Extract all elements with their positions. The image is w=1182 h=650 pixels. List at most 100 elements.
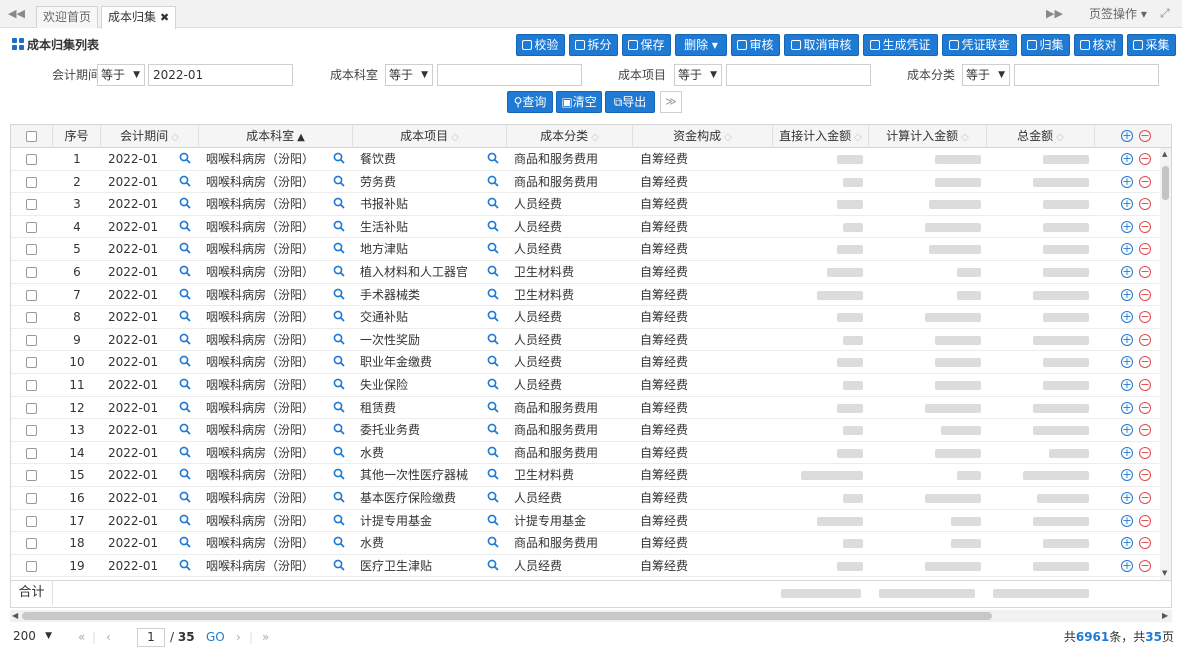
expand-filters-icon[interactable]: ≫ xyxy=(660,91,682,113)
row-checkbox[interactable] xyxy=(26,470,37,482)
search-icon[interactable] xyxy=(331,216,347,238)
delete-button[interactable]: 删除 ▾ xyxy=(675,34,727,56)
search-icon[interactable] xyxy=(485,171,501,193)
search-icon[interactable] xyxy=(485,419,501,441)
table-row[interactable]: 12 2022-01 咽喉科病房（汾阳） 租赁费 商品和服务费用 自筹经费 + − xyxy=(11,397,1159,420)
filter-op-category[interactable]: 等于 ▼ xyxy=(962,64,1010,86)
col-header-period[interactable]: 会计期间 ◇ xyxy=(101,125,199,148)
add-row-icon[interactable]: + xyxy=(1121,175,1133,188)
add-row-icon[interactable]: + xyxy=(1121,424,1133,437)
add-row-icon[interactable]: + xyxy=(1121,198,1133,211)
search-icon[interactable] xyxy=(485,374,501,396)
row-checkbox[interactable] xyxy=(26,176,37,188)
remove-row-icon[interactable]: − xyxy=(1139,469,1151,482)
row-checkbox[interactable] xyxy=(26,244,37,256)
add-row-icon[interactable]: + xyxy=(1121,401,1133,414)
table-row[interactable]: 17 2022-01 咽喉科病房（汾阳） 计提专用基金 计提专用基金 自筹经费 + − xyxy=(11,510,1159,533)
clear-button[interactable]: ▣清空 xyxy=(556,91,602,113)
remove-row-icon[interactable]: − xyxy=(1139,559,1151,572)
search-icon[interactable] xyxy=(177,510,193,532)
col-header-dept[interactable]: 成本科室 ▲ xyxy=(199,125,353,148)
item-input[interactable] xyxy=(726,64,871,86)
search-icon[interactable] xyxy=(331,171,347,193)
search-icon[interactable] xyxy=(331,374,347,396)
tab-welcome[interactable]: 欢迎首页 xyxy=(36,6,99,28)
search-icon[interactable] xyxy=(485,238,501,260)
remove-row-icon[interactable]: − xyxy=(1139,492,1151,504)
search-icon[interactable] xyxy=(177,171,193,193)
search-icon[interactable] xyxy=(177,193,193,215)
table-row[interactable]: 2 2022-01 咽喉科病房（汾阳） 劳务费 商品和服务费用 自筹经费 + − xyxy=(11,171,1159,194)
add-row-icon[interactable]: + xyxy=(1121,469,1133,482)
vertical-scroll-thumb[interactable] xyxy=(1162,166,1169,200)
add-row-icon[interactable]: + xyxy=(1121,492,1133,504)
row-checkbox[interactable] xyxy=(26,447,37,459)
table-row[interactable]: 11 2022-01 咽喉科病房（汾阳） 失业保险 人员经费 自筹经费 + − xyxy=(11,374,1159,397)
search-icon[interactable] xyxy=(485,193,501,215)
col-header-item[interactable]: 成本项目 ◇ xyxy=(353,125,507,148)
remove-row-icon[interactable]: − xyxy=(1139,424,1151,437)
row-checkbox[interactable] xyxy=(26,312,37,324)
row-checkbox[interactable] xyxy=(26,289,37,301)
filter-op-item[interactable]: 等于 ▼ xyxy=(674,64,722,86)
export-button[interactable]: ⧉导出 xyxy=(605,91,655,113)
tab-ops-menu[interactable]: 页签操作 ▾ xyxy=(1089,5,1147,23)
row-checkbox[interactable] xyxy=(26,493,37,504)
reconcile-button[interactable]: 核对 xyxy=(1074,34,1123,56)
remove-row-icon[interactable]: − xyxy=(1139,220,1151,233)
table-row[interactable]: 15 2022-01 咽喉科病房（汾阳） 其他一次性医疗器械 卫生材料费 自筹经费 + − xyxy=(11,464,1159,487)
search-icon[interactable] xyxy=(177,442,193,464)
add-row-icon[interactable]: + xyxy=(1121,379,1133,391)
remove-row-icon[interactable]: − xyxy=(1139,198,1151,211)
go-button[interactable]: GO xyxy=(206,628,225,646)
row-checkbox[interactable] xyxy=(26,538,37,550)
search-icon[interactable] xyxy=(331,329,347,351)
search-icon[interactable] xyxy=(331,442,347,464)
remove-row-icon[interactable]: − xyxy=(1139,514,1151,527)
row-checkbox[interactable] xyxy=(26,560,37,572)
add-row-icon[interactable]: + xyxy=(1121,266,1133,278)
scroll-up-icon[interactable]: ▲ xyxy=(1162,150,1170,158)
fullscreen-icon[interactable]: ⤢ xyxy=(1160,6,1174,20)
search-icon[interactable] xyxy=(331,284,347,306)
table-row[interactable]: 7 2022-01 咽喉科病房（汾阳） 手术器械类 卫生材料费 自筹经费 + − xyxy=(11,284,1159,307)
search-icon[interactable] xyxy=(485,487,501,509)
table-row[interactable]: 10 2022-01 咽喉科病房（汾阳） 职业年金缴费 人员经费 自筹经费 + − xyxy=(11,351,1159,374)
table-row[interactable]: 14 2022-01 咽喉科病房（汾阳） 水费 商品和服务费用 自筹经费 + − xyxy=(11,442,1159,465)
col-header-calc-amount[interactable]: 计算计入金额 ◇ xyxy=(869,125,987,148)
search-icon[interactable] xyxy=(331,510,347,532)
add-row-icon[interactable]: + xyxy=(1121,243,1133,256)
col-header-direct-amount[interactable]: 直接计入金额 ◇ xyxy=(773,125,869,148)
row-checkbox[interactable] xyxy=(26,154,37,165)
search-icon[interactable] xyxy=(485,216,501,238)
search-icon[interactable] xyxy=(177,148,193,170)
prev-page-icon[interactable]: ‹ xyxy=(106,628,111,647)
vertical-scrollbar[interactable]: ▲ ▼ xyxy=(1160,148,1171,580)
search-icon[interactable] xyxy=(485,532,501,554)
search-icon[interactable] xyxy=(485,464,501,486)
search-icon[interactable] xyxy=(331,193,347,215)
save-button[interactable]: 保存 xyxy=(622,34,671,56)
search-icon[interactable] xyxy=(485,397,501,419)
row-checkbox[interactable] xyxy=(26,267,37,278)
search-icon[interactable] xyxy=(485,306,501,328)
validate-button[interactable]: 校验 xyxy=(516,34,565,56)
remove-row-icon[interactable]: − xyxy=(1139,311,1151,324)
search-icon[interactable] xyxy=(485,351,501,373)
add-row-icon[interactable]: + xyxy=(1121,311,1133,324)
add-row-icon[interactable]: + xyxy=(1121,356,1133,369)
scroll-down-icon[interactable]: ▼ xyxy=(1162,569,1170,577)
table-row[interactable]: 18 2022-01 咽喉科病房（汾阳） 水费 商品和服务费用 自筹经费 + − xyxy=(11,532,1159,555)
tabs-scroll-right-icon[interactable]: ▶▶ xyxy=(1046,6,1063,22)
row-checkbox[interactable] xyxy=(26,402,37,414)
search-icon[interactable] xyxy=(485,148,501,170)
period-input[interactable]: 2022-01 xyxy=(148,64,293,86)
remove-row-icon[interactable]: − xyxy=(1139,153,1151,165)
remove-row-icon[interactable]: − xyxy=(1139,446,1151,459)
search-icon[interactable] xyxy=(177,397,193,419)
search-icon[interactable] xyxy=(177,532,193,554)
row-checkbox[interactable] xyxy=(26,380,37,391)
remove-row-icon[interactable]: − xyxy=(1139,175,1151,188)
col-header-category[interactable]: 成本分类 ◇ xyxy=(507,125,633,148)
next-page-icon[interactable]: › xyxy=(236,628,241,647)
